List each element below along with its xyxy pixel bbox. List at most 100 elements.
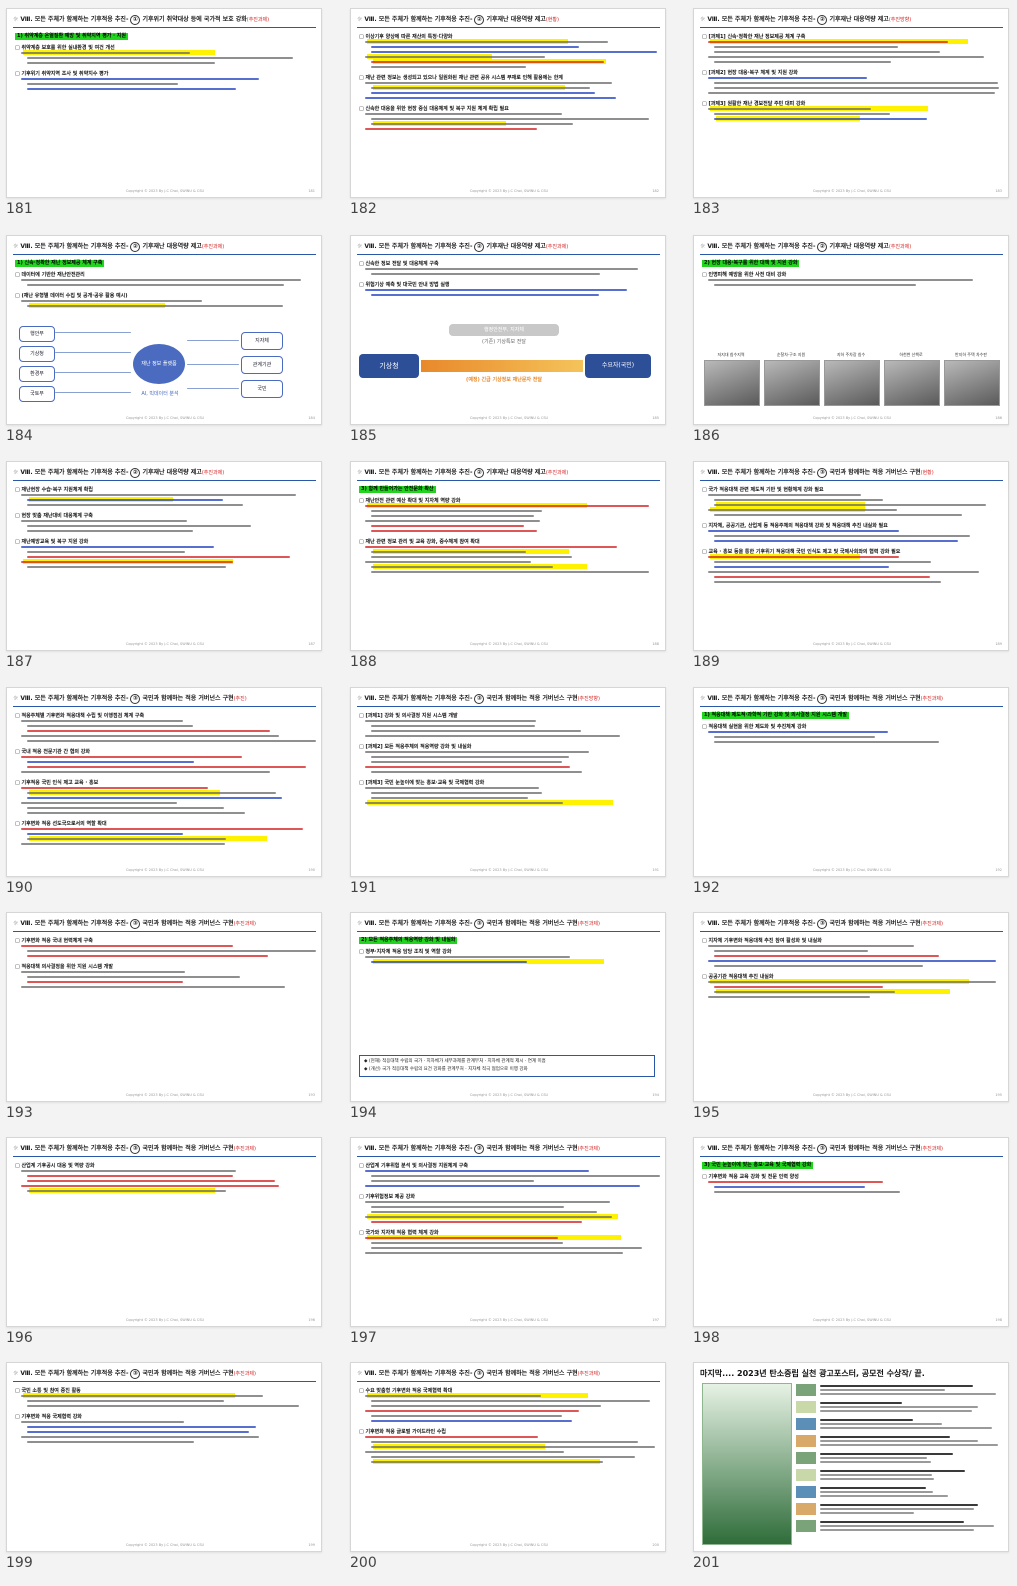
- header-tag: (추진과제): [233, 921, 256, 927]
- text-line: [27, 57, 294, 59]
- header-rule: [13, 931, 316, 932]
- text-line: [27, 1426, 256, 1428]
- text-line: [27, 797, 283, 799]
- slide-thumbnail[interactable]: ☼ Ⅷ. 모든 주체가 함께하는 기후적응 추진- ③ 국민과 함께하는 적응 거버넌…: [350, 1137, 666, 1327]
- header-rule: [13, 480, 316, 481]
- slide-body: □ 적응주체별 기후변화 적응대책 수립 및 이행점검 체계 구축 □ 국내 적응…: [15, 712, 317, 862]
- slide-thumbnail[interactable]: ☼ Ⅷ. 모든 주체가 함께하는 기후적응 추진- ③ 국민과 함께하는 적응 거버넌…: [6, 912, 322, 1102]
- slide-thumbnail[interactable]: ☼ Ⅷ. 모든 주체가 함께하는 기후적응 추진- ② 기후재난 대응역량 제고(추진…: [350, 461, 666, 651]
- slide-cell: ☼ Ⅷ. 모든 주체가 함께하는 기후적응 추진- ③ 국민과 함께하는 적응 거버넌…: [693, 687, 1009, 897]
- text-line: [365, 113, 562, 115]
- slide-thumbnail[interactable]: ☼ Ⅷ. 모든 주체가 함께하는 기후적응 추진- ② 기후재난 대응역량 제고(추진…: [693, 8, 1009, 198]
- text-line: [21, 1185, 279, 1187]
- text-line: [714, 113, 891, 115]
- slide-body: 1) 신속·정확한 재난 정보제공 체계 구축 □ 데이터에 기반한 재난안전관리…: [15, 260, 315, 410]
- slide-thumbnail[interactable]: ☼ Ⅷ. 모든 주체가 함께하는 기후적응 추진- ② 기후재난 대응역량 제고(추진…: [693, 235, 1009, 425]
- text-line: [365, 1185, 640, 1187]
- header-prefix: Ⅷ. 모든 주체가 함께하는 기후적응 추진-: [364, 469, 473, 476]
- slide-page-number: 192: [995, 868, 1002, 872]
- text-line: [27, 981, 184, 983]
- slide-thumbnail[interactable]: ☼ Ⅷ. 모든 주체가 함께하는 기후적응 추진- ③ 국민과 함께하는 적응 거버넌…: [350, 1362, 666, 1552]
- sun-icon: ☼: [357, 1145, 363, 1152]
- slide-thumbnail[interactable]: ☼ Ⅷ. 모든 주체가 함께하는 기후적응 추진- ③ 국민과 함께하는 적응 거버넌…: [6, 1137, 322, 1327]
- slide-thumbnail[interactable]: ☼ Ⅷ. 모든 주체가 함께하는 기후적응 추진- ② 기후재난 대응역량 제고(추진…: [6, 235, 322, 425]
- slide-body: □ 산업계 기후공시 대응 및 역량 강화: [15, 1162, 315, 1312]
- photo-image: [764, 360, 820, 406]
- header-rule: [357, 1381, 660, 1382]
- header-rule: [700, 1156, 1003, 1157]
- text-line: [27, 766, 307, 768]
- text-line: [371, 792, 542, 794]
- section-heading-text: [과제1] 강화 및 의사결정 지원 시스템 개발: [365, 713, 458, 719]
- text-line: [365, 128, 538, 130]
- text-line: [371, 725, 535, 727]
- text-line: [820, 1393, 996, 1395]
- header-rule: [357, 27, 660, 28]
- section-number: ②: [474, 467, 485, 478]
- text-line: [708, 731, 888, 733]
- alert-flow-diagram: 기상청 수요자(국민) 행정안전부, 지자체 (기존) 기상특보 전달 (예정) 긴급 …: [359, 320, 655, 410]
- slide-thumbnail[interactable]: ☼ Ⅷ. 모든 주체가 함께하는 기후적응 추진- ② 기후재난 대응역량 제고(추진…: [6, 461, 322, 651]
- text-line: [365, 1395, 542, 1397]
- slide-body: □ 이상기후 양상에 따른 재산의 특정·다양화 □ 재난 관련 정보는 생성되고…: [359, 33, 659, 183]
- slide-thumbnail[interactable]: 마지막.... 2023년 탄소중립 실천 광고포스터, 공모전 수상작/ 끝.: [693, 1362, 1009, 1552]
- text-line: [820, 1525, 995, 1527]
- text-line: [371, 756, 570, 758]
- poster-list: [796, 1383, 1002, 1543]
- slide-thumbnail[interactable]: ☼ Ⅷ. 모든 주체가 함께하는 기후적응 추진- ③ 국민과 함께하는 적응 거버넌…: [693, 1137, 1009, 1327]
- slide-thumbnail[interactable]: ☼ Ⅷ. 모든 주체가 함께하는 기후적응 추진- ③ 국민과 함께하는 적응 거버넌…: [693, 687, 1009, 877]
- text-line: [365, 561, 531, 563]
- text-line: [820, 1410, 972, 1412]
- slide-thumbnail[interactable]: ☼ Ⅷ. 모든 주체가 함께하는 기후적응 추진- ③ 국민과 함께하는 적응 거버넌…: [6, 687, 322, 877]
- text-line: [820, 1427, 992, 1429]
- slide-thumbnail[interactable]: ☼ Ⅷ. 모든 주체가 함께하는 기후적응 추진- ③ 국민과 함께하는 적응 거버넌…: [693, 912, 1009, 1102]
- slide-page-number: 200: [652, 1543, 659, 1547]
- slide-page-number: 185: [652, 416, 659, 420]
- header-title: 국민과 함께하는 적응 거버넌스 구현: [829, 920, 921, 927]
- text-line: [371, 761, 562, 763]
- text-line: [27, 1180, 275, 1182]
- header-title: 국민과 함께하는 적응 거버넌스 구현: [486, 1145, 578, 1152]
- header-prefix: Ⅷ. 모든 주체가 함께하는 기후적응 추진-: [707, 469, 816, 476]
- text-line: [371, 118, 649, 120]
- text-line: [21, 1170, 237, 1172]
- section-heading: □ 재난예방교육 및 복구 지원 강화: [15, 539, 89, 545]
- slide-thumbnail[interactable]: ☼ Ⅷ. 모든 주체가 함께하는 기후적응 추진- ② 기후재난 대응역량 제고(현황…: [350, 8, 666, 198]
- flow-existing-label: (기존) 기상특보 전달: [482, 339, 526, 345]
- slide-thumbnail[interactable]: ☼ Ⅷ. 모든 주체가 함께하는 기후적응 추진- ③ 국민과 함께하는 적응 거버넌…: [693, 461, 1009, 651]
- text-line: [714, 736, 876, 738]
- section-heading: □ 인명피해 예방을 위한 사전 대비 강화: [702, 272, 787, 278]
- slide-thumbnail[interactable]: ☼ Ⅷ. 모든 주체가 함께하는 기후적응 추진- ③ 국민과 함께하는 적응 거버넌…: [350, 912, 666, 1102]
- slide-header: ☼ Ⅷ. 모든 주체가 함께하는 기후적응 추진- ② 기후재난 대응역량 제고(추진…: [357, 467, 657, 479]
- section-heading: □ (재난 유형별 데이터 수집 및 공개·공유 활용 예시): [15, 293, 128, 299]
- text-line: [27, 807, 225, 809]
- section-heading: □ 재난 관련 정보는 생성되고 있으나 일원화된 재난 관련 공유 시스템 부…: [359, 75, 563, 81]
- poster-thumb: [796, 1520, 816, 1532]
- text-line: [820, 1389, 945, 1391]
- section-heading: □ 국가 적응대책 관련 제도적 기반 및 현황체계 강화 필요: [702, 487, 824, 493]
- header-prefix: Ⅷ. 모든 주체가 함께하는 기후적응 추진-: [20, 920, 129, 927]
- text-line: [371, 515, 535, 517]
- poster-row: [796, 1417, 1002, 1431]
- text-line: [27, 1431, 249, 1433]
- text-line: [708, 509, 898, 511]
- text-line: [714, 51, 940, 53]
- section-heading: □ 기후위험정보 제공 강화: [359, 1194, 415, 1200]
- slide-thumbnail[interactable]: ☼ Ⅷ. 모든 주체가 함께하는 기후적응 추진- ① 기후위기 취약대상 등에 국가…: [6, 8, 322, 198]
- slide-body: □ 기후변화 적응 국내 현력체계 구축 □ 적응대책 의사결정을 위한 지원 시…: [15, 937, 317, 1087]
- text-line: [714, 46, 898, 48]
- section-number: ③: [474, 1368, 485, 1379]
- header-rule: [700, 931, 1003, 932]
- sun-icon: ☼: [700, 695, 706, 702]
- target-user: 지자체: [241, 332, 283, 350]
- text-line: [371, 1461, 603, 1463]
- slide-thumbnail[interactable]: ☼ Ⅷ. 모든 주체가 함께하는 기후적응 추진- ③ 국민과 함께하는 적응 거버넌…: [6, 1362, 322, 1552]
- slide-page-number: 199: [308, 1543, 315, 1547]
- slide-copyright: Copyright © 2023 By J.C Choi, SWINU & CS…: [812, 1093, 892, 1097]
- slide-thumbnail[interactable]: ☼ Ⅷ. 모든 주체가 함께하는 기후적응 추진- ② 기후재난 대응역량 제고(추진…: [350, 235, 666, 425]
- photo-image: [704, 360, 760, 406]
- header-tag: (추진과제): [920, 921, 943, 927]
- header-tag: (추진과제): [201, 470, 225, 476]
- text-line: [365, 720, 536, 722]
- slide-thumbnail[interactable]: ☼ Ⅷ. 모든 주체가 함께하는 기후적응 추진- ③ 국민과 함께하는 적응 거버넌…: [350, 687, 666, 877]
